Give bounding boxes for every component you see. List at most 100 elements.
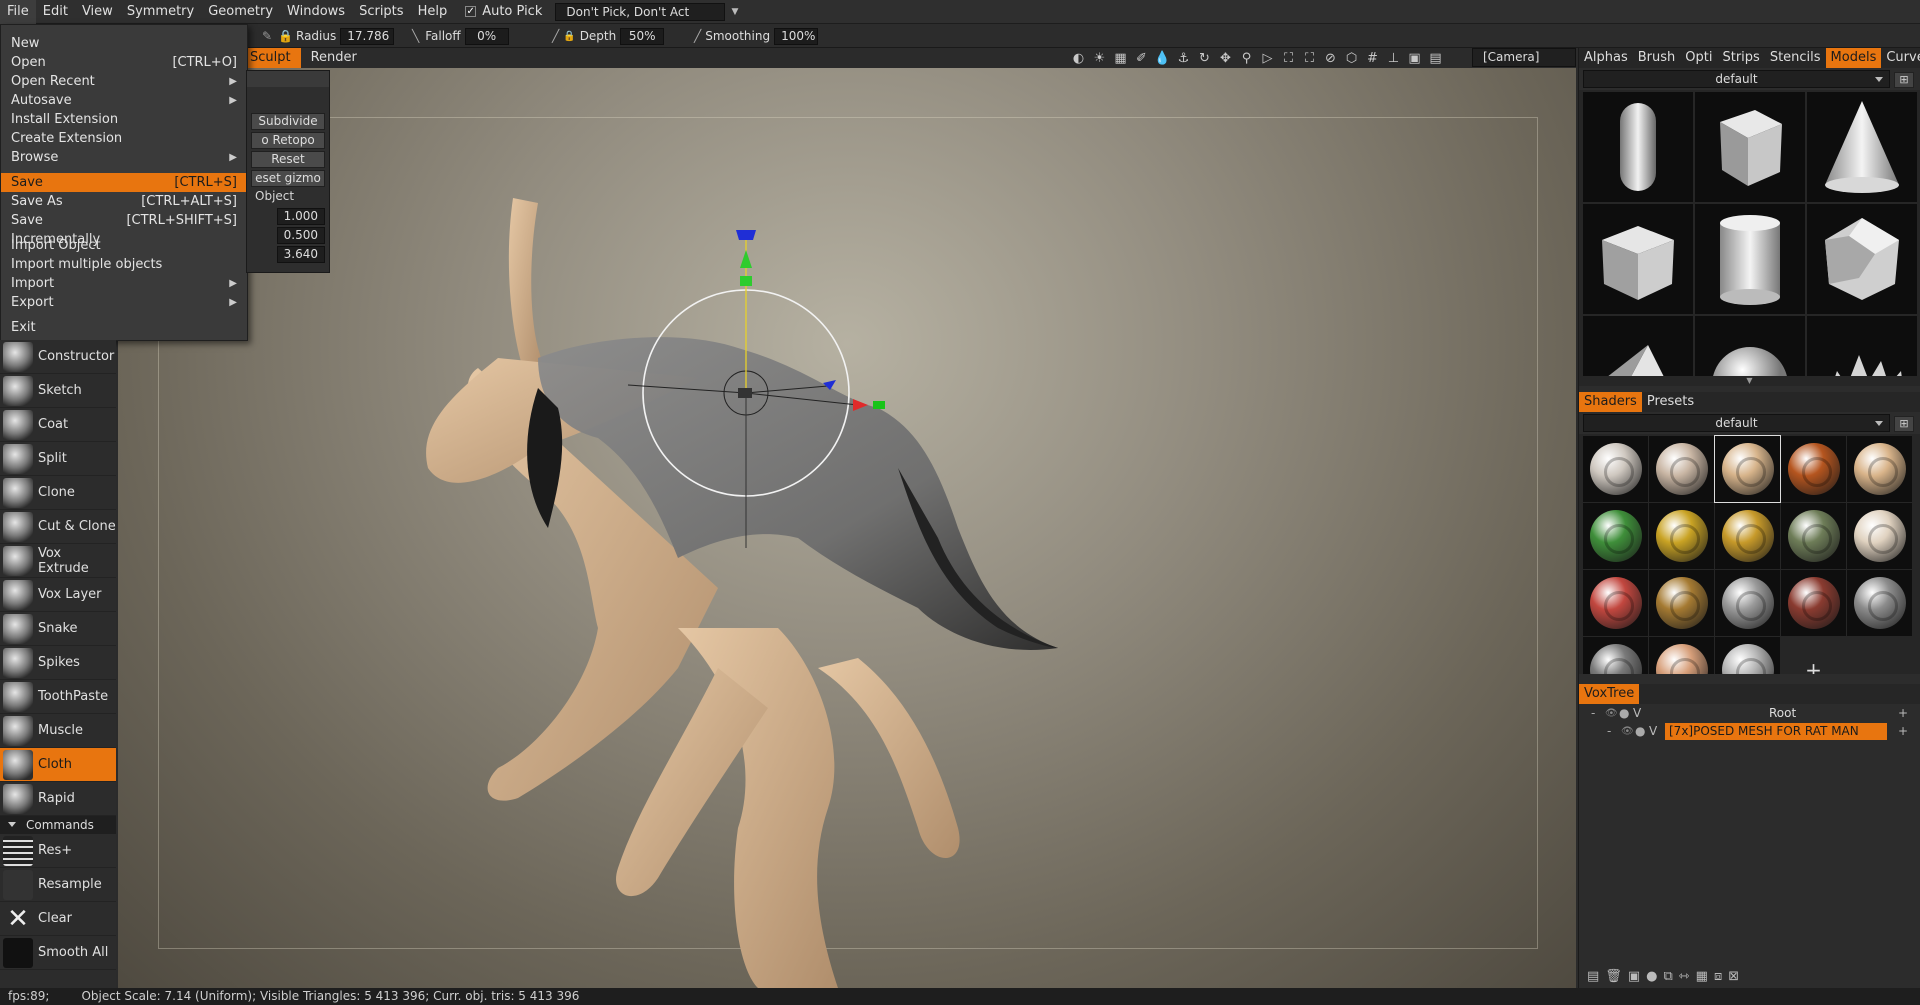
menu-item-import-multiple[interactable]: Import multiple objects xyxy=(1,255,247,274)
shader-item[interactable] xyxy=(1715,637,1780,674)
shader-item[interactable] xyxy=(1781,436,1846,502)
depth-param[interactable]: ╱ 🔒 Depth 50% xyxy=(552,27,665,45)
tab-models[interactable]: Models xyxy=(1825,48,1882,68)
menu-scripts[interactable]: Scripts xyxy=(352,0,410,24)
value-field[interactable]: 0.500 xyxy=(277,227,325,244)
brush-icon[interactable]: ✎ xyxy=(262,29,272,43)
camera-dropdown[interactable]: [Camera]▼ xyxy=(1472,48,1591,67)
radius-param[interactable]: Radius 17.786 xyxy=(296,27,395,45)
merge-icon[interactable]: ⧈ xyxy=(1714,969,1722,984)
falloff-param[interactable]: ╲ Falloff 0% xyxy=(412,27,509,45)
tool-coat[interactable]: Coat xyxy=(0,408,116,442)
retopo-button[interactable]: o Retopo xyxy=(251,132,325,149)
picture-icon[interactable]: ▦ xyxy=(1112,50,1129,67)
auto-pick-toggle[interactable]: ✓ Auto Pick xyxy=(458,0,549,24)
cube-icon[interactable]: ⬡ xyxy=(1343,50,1360,67)
shader-item[interactable] xyxy=(1583,637,1648,674)
model-capsule[interactable] xyxy=(1583,92,1693,202)
subdivide-button[interactable]: Subdivide xyxy=(251,113,325,130)
forbidden-icon[interactable]: ⊘ xyxy=(1322,50,1339,67)
model-spiky[interactable] xyxy=(1807,316,1917,376)
menu-view[interactable]: View xyxy=(75,0,120,24)
depth-field[interactable]: 50% xyxy=(620,27,665,45)
contrast-icon[interactable]: ◐ xyxy=(1070,50,1087,67)
play-icon[interactable]: ▷ xyxy=(1259,50,1276,67)
shader-item[interactable] xyxy=(1583,503,1648,569)
tool-vox-extrude[interactable]: Vox Extrude xyxy=(0,544,116,578)
menu-help[interactable]: Help xyxy=(411,0,455,24)
tool-snake[interactable]: Snake xyxy=(0,612,116,646)
value-field[interactable]: 1.000 xyxy=(277,208,325,225)
tool-spikes[interactable]: Spikes xyxy=(0,646,116,680)
light-icon[interactable]: ☀ xyxy=(1091,50,1108,67)
add-preset-icon[interactable]: ⊞ xyxy=(1894,416,1914,432)
drop-icon[interactable]: 💧 xyxy=(1154,50,1171,67)
eye-icon[interactable]: 👁 xyxy=(1621,726,1634,737)
tool-sketch[interactable]: Sketch xyxy=(0,374,116,408)
tab-brush[interactable]: Brush xyxy=(1633,48,1681,68)
shader-item[interactable] xyxy=(1715,503,1780,569)
model-cube-2[interactable] xyxy=(1583,204,1693,314)
shader-item[interactable] xyxy=(1649,503,1714,569)
pick-mode-dropdown[interactable]: Don't Pick, Don't Act ▼ xyxy=(555,2,738,21)
tool-constructor[interactable]: Constructor xyxy=(0,340,116,374)
menu-item-import-object[interactable]: Import Object xyxy=(1,236,247,255)
value-field[interactable]: 3.640 xyxy=(277,246,325,263)
add-layer-icon[interactable]: + xyxy=(1898,706,1908,720)
model-pyramid[interactable] xyxy=(1583,316,1693,376)
menu-item-import[interactable]: Import ▶ xyxy=(1,274,247,293)
axis-icon[interactable]: ⊥ xyxy=(1385,50,1402,67)
add-shader-icon[interactable]: + xyxy=(1781,637,1846,674)
menu-item-save-incrementally[interactable]: Save Incrementally [CTRL+SHIFT+S] xyxy=(1,211,247,247)
tool-cut-clone[interactable]: Cut & Clone xyxy=(0,510,116,544)
menu-item-browse[interactable]: Browse ▶ xyxy=(1,148,247,167)
scroll-down-icon[interactable]: ▼ xyxy=(1579,376,1920,386)
tab-strips[interactable]: Strips xyxy=(1717,48,1764,68)
voxtree-row-posed-mesh[interactable]: - 👁 ● V [7x]POSED MESH FOR RAT MAN + xyxy=(1579,722,1920,740)
eye-icon[interactable]: 👁 xyxy=(1605,708,1618,719)
viewport[interactable] xyxy=(118,68,1576,988)
menu-item-autosave[interactable]: Autosave ▶ xyxy=(1,91,247,110)
model-cylinder[interactable] xyxy=(1695,204,1805,314)
menu-item-new[interactable]: New xyxy=(1,34,247,53)
tab-sculpt[interactable]: Sculpt xyxy=(240,48,301,68)
voxtree-row-root[interactable]: - 👁 ● V Root + xyxy=(1579,704,1920,722)
add-preset-icon[interactable]: ⊞ xyxy=(1894,72,1914,88)
tab-stencils[interactable]: Stencils xyxy=(1765,48,1826,68)
commands-header[interactable]: Commands xyxy=(0,816,116,834)
volume-icon[interactable]: V xyxy=(1633,706,1641,720)
command-clear[interactable]: ✕ Clear xyxy=(0,902,116,936)
menu-item-create-extension[interactable]: Create Extension xyxy=(1,129,247,148)
collapse-icon[interactable]: - xyxy=(1591,706,1595,720)
shader-item[interactable] xyxy=(1715,570,1780,636)
tool-clone[interactable]: Clone xyxy=(0,476,116,510)
smoothing-param[interactable]: ╱ Smoothing 100% xyxy=(694,27,819,45)
shader-item[interactable] xyxy=(1649,436,1714,502)
tool-muscle[interactable]: Muscle xyxy=(0,714,116,748)
frame2-icon[interactable]: ▤ xyxy=(1427,50,1444,67)
add-layer-icon[interactable]: + xyxy=(1898,724,1908,738)
menu-item-open-recent[interactable]: Open Recent ▶ xyxy=(1,72,247,91)
zoom-icon[interactable]: ⚲ xyxy=(1238,50,1255,67)
sphere-icon[interactable]: ● xyxy=(1619,706,1629,720)
link-icon[interactable]: ⇿ xyxy=(1679,969,1690,984)
smoothing-field[interactable]: 100% xyxy=(774,27,819,45)
tool-vox-layer[interactable]: Vox Layer xyxy=(0,578,116,612)
fit-all-icon[interactable]: ⛶ xyxy=(1301,50,1318,67)
shader-item[interactable] xyxy=(1847,503,1912,569)
pen-icon[interactable]: ✐ xyxy=(1133,50,1150,67)
menu-edit[interactable]: Edit xyxy=(36,0,75,24)
shader-item[interactable] xyxy=(1847,570,1912,636)
shader-item[interactable] xyxy=(1649,637,1714,674)
menu-item-install-extension[interactable]: Install Extension xyxy=(1,110,247,129)
move-icon[interactable]: ✥ xyxy=(1217,50,1234,67)
sphere-icon[interactable]: ● xyxy=(1635,724,1645,738)
tab-voxtree[interactable]: VoxTree xyxy=(1579,684,1640,704)
reset-button[interactable]: Reset xyxy=(251,151,325,168)
reset-gizmo-button[interactable]: eset gizmo xyxy=(251,170,325,187)
shader-item[interactable] xyxy=(1714,435,1781,503)
radius-field[interactable]: 17.786 xyxy=(340,27,395,45)
fit-icon[interactable]: ⛶ xyxy=(1280,50,1297,67)
shader-item[interactable] xyxy=(1781,570,1846,636)
menu-symmetry[interactable]: Symmetry xyxy=(120,0,201,24)
